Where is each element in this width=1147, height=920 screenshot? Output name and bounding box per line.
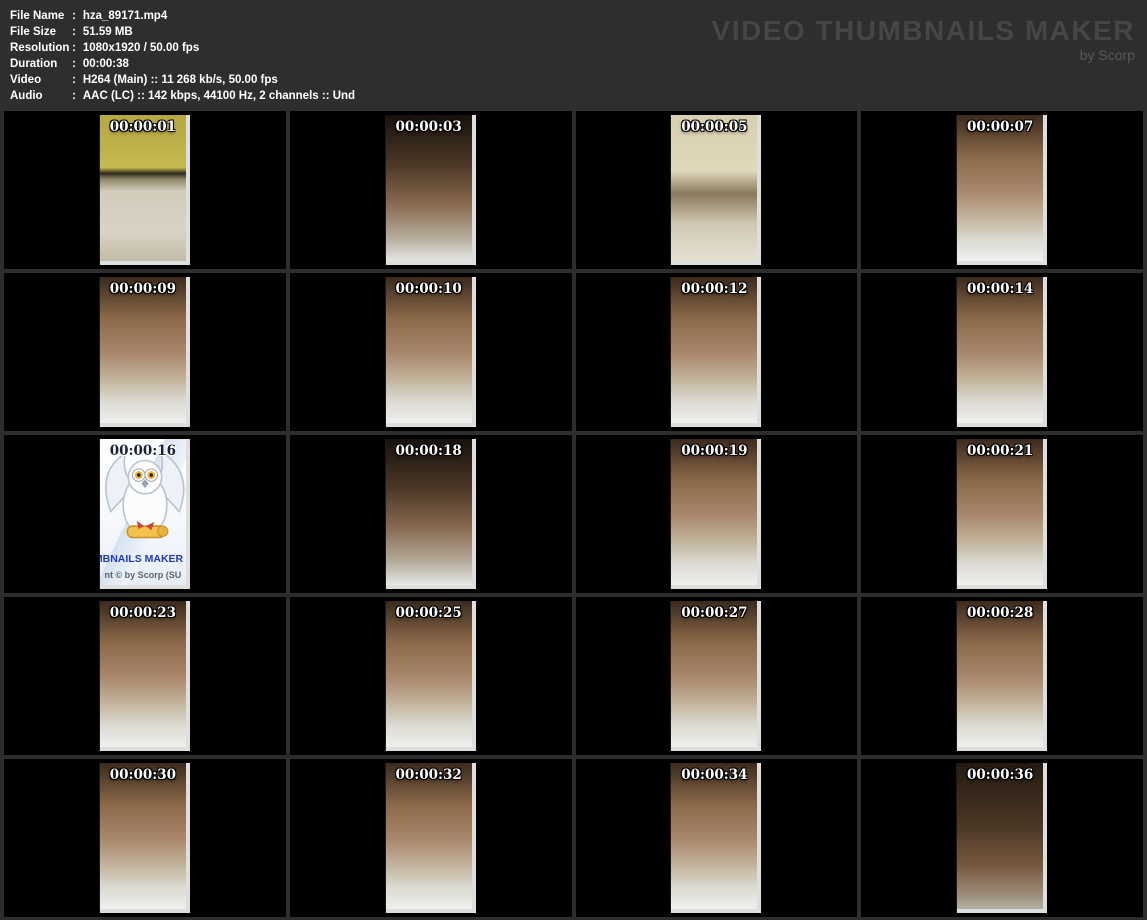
video-thumbnail[interactable]: 00:00:09 [99, 277, 190, 427]
meta-label: File Size [10, 26, 57, 38]
video-thumbnail[interactable]: 00:00:36 [957, 763, 1048, 913]
thumbnail-cell: 00:00:28 [861, 597, 1143, 755]
thumbnail-timestamp: 00:00:14 [966, 281, 1034, 297]
video-thumbnail[interactable]: 00:00:01 [99, 115, 190, 265]
meta-label: Video [10, 74, 42, 86]
thumbnail-cell: 00:00:07 [861, 111, 1143, 269]
thumbnail-cell: 00:00:19 [575, 435, 858, 593]
thumbnail-timestamp: 00:00:03 [395, 119, 462, 135]
meta-video: Video: H264 (Main) :: 11 268 kb/s, 50.00 … [10, 72, 355, 88]
thumbnail-cell: 00:00:12 [575, 273, 858, 431]
meta-separator: : [72, 10, 76, 22]
thumbnail-timestamp: 00:00:05 [681, 119, 748, 135]
thumbnail-cell: 00:00:23 [4, 597, 286, 755]
thumbnail-cell: 00:00:30 [4, 759, 286, 917]
thumbnail-cell: 00:00:34 [575, 759, 858, 917]
thumbnail-timestamp: 00:00:28 [966, 605, 1034, 621]
thumbnail-timestamp: 00:00:25 [395, 605, 462, 621]
thumbnail-timestamp: 00:00:01 [109, 119, 177, 135]
thumbnail-cell: 00:00:36 [861, 759, 1143, 917]
meta-value: AAC (LC) :: 142 kbps, 44100 Hz, 2 channe… [82, 90, 356, 102]
thumbnail-timestamp: 00:00:16 [109, 443, 177, 459]
video-thumbnail[interactable]: 00:00:07 [957, 115, 1048, 265]
thumbnail-timestamp: 00:00:09 [109, 281, 177, 297]
video-thumbnail[interactable]: 00:00:03 [385, 115, 476, 265]
meta-file-name: File Name: hza_89171.mp4 [10, 8, 355, 24]
video-thumbnail[interactable]: 00:00:25 [385, 601, 476, 751]
meta-duration: Duration:00:00:38 [10, 56, 355, 72]
video-thumbnail[interactable]: 00:00:19 [671, 439, 762, 589]
thumbnail-timestamp: 00:00:27 [681, 605, 748, 621]
thumbnail-grid: 00:00:01 00:00:03 00:00:05 00:00:07 00:00:09… [0, 107, 1147, 920]
thumbnail-cell: 00:00:10 [289, 273, 572, 431]
thumbnail-cell: 00:00:27 [575, 597, 858, 755]
video-thumbnail[interactable]: 00:00:27 [671, 601, 762, 751]
meta-separator: : [72, 42, 76, 54]
app-wordmark: VIDEO THUMBNAILS MAKER by Scorp [711, 15, 1135, 64]
meta-value: H264 (Main) :: 11 268 kb/s, 50.00 fps [82, 74, 278, 86]
thumbnail-timestamp: 00:00:32 [395, 767, 462, 783]
meta-label: File Name [10, 10, 65, 22]
meta-separator: : [72, 74, 76, 86]
thumbnail-cell: 00:00:09 [4, 273, 286, 431]
video-thumbnail[interactable]: 00:00:23 [99, 601, 190, 751]
thumbnail-timestamp: 00:00:18 [395, 443, 462, 459]
thumbnail-timestamp: 00:00:30 [109, 767, 177, 783]
thumbnail-timestamp: 00:00:10 [395, 281, 462, 297]
video-thumbnail[interactable]: 00:00:34 [671, 763, 762, 913]
meta-label: Duration [10, 58, 58, 70]
thumbnail-cell: 00:00:18 [289, 435, 572, 593]
info-header: File Name: hza_89171.mp4 File Size:51.59 … [0, 0, 1147, 107]
meta-value: 00:00:38 [82, 58, 129, 70]
thumbnail-timestamp: 00:00:34 [681, 767, 748, 783]
meta-separator: : [72, 90, 76, 102]
thumbnail-timestamp: 00:00:12 [681, 281, 748, 297]
thumbnail-timestamp: 00:00:19 [681, 443, 748, 459]
meta-separator: : [72, 58, 76, 70]
thumbnail-timestamp: 00:00:36 [966, 767, 1034, 783]
thumbnail-timestamp: 00:00:23 [109, 605, 177, 621]
meta-value: 1080x1920 / 50.00 fps [82, 42, 200, 54]
thumbnail-cell: 00:00:03 [289, 111, 572, 269]
thumbnail-cell: 00:00:32 [289, 759, 572, 917]
meta-file-size: File Size:51.59 MB [10, 24, 355, 40]
file-metadata: File Name: hza_89171.mp4 File Size:51.59 … [10, 8, 355, 104]
app-subtitle: by Scorp [1079, 47, 1135, 63]
app-title: VIDEO THUMBNAILS MAKER [711, 15, 1135, 46]
thumbnail-timestamp: 00:00:07 [966, 119, 1034, 135]
watermark-copyright: nt © by Scorp (SU [104, 570, 182, 580]
video-thumbnail[interactable]: 00:00:14 [957, 277, 1048, 427]
video-thumbnail[interactable]: 00:00:12 [671, 277, 762, 427]
watermark-title: MBNAILS MAKER 8 [99, 553, 190, 565]
video-thumbnail[interactable]: 00:00:05 [671, 115, 762, 265]
thumbnail-cell: 00:00:05 [575, 111, 858, 269]
meta-resolution: Resolution:1080x1920 / 50.00 fps [10, 40, 355, 56]
video-thumbnail[interactable]: 00:00:28 [957, 601, 1048, 751]
video-thumbnail[interactable]: 00:00:18 [385, 439, 476, 589]
thumbnail-cell: 00:00:01 [4, 111, 286, 269]
thumbnail-cell: 00:00:14 [861, 273, 1143, 431]
meta-value: hza_89171.mp4 [82, 10, 168, 22]
meta-separator: : [72, 26, 76, 38]
owl-icon [104, 449, 185, 539]
meta-label: Resolution [10, 42, 70, 54]
thumbnail-timestamp: 00:00:21 [966, 443, 1034, 459]
video-thumbnail[interactable]: 00:00:21 [957, 439, 1048, 589]
video-thumbnail[interactable]: 00:00:30 [99, 763, 190, 913]
meta-audio: Audio: AAC (LC) :: 142 kbps, 44100 Hz, 2 … [10, 88, 355, 104]
meta-label: Audio [10, 90, 43, 102]
video-thumbnail[interactable]: MBNAILS MAKER 8 nt © by Scorp (SU 00:00:… [99, 439, 190, 589]
video-thumbnail[interactable]: 00:00:32 [385, 763, 476, 913]
thumbnail-cell: MBNAILS MAKER 8 nt © by Scorp (SU 00:00:… [4, 435, 286, 593]
thumbnail-cell: 00:00:21 [861, 435, 1143, 593]
meta-value: 51.59 MB [82, 26, 133, 38]
thumbnail-cell: 00:00:25 [289, 597, 572, 755]
video-thumbnail[interactable]: 00:00:10 [385, 277, 476, 427]
